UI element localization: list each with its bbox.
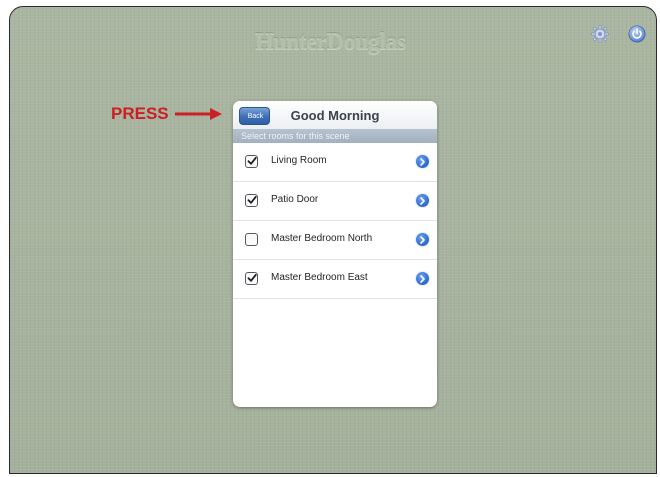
checkmark-icon	[247, 195, 257, 204]
panel-header: Back Good Morning	[233, 101, 437, 129]
room-label: Living Room	[271, 155, 327, 166]
room-row-patio-door[interactable]: Patio Door	[233, 182, 437, 221]
room-list: Living Room Patio Door Master Bedroom No	[233, 143, 437, 299]
brand-logo: HunterDouglas	[255, 29, 406, 55]
back-button[interactable]: Back	[239, 107, 270, 125]
panel-subtitle: Select rooms for this scene	[233, 129, 437, 143]
room-row-living-room[interactable]: Living Room	[233, 143, 437, 182]
room-checkbox[interactable]	[245, 194, 258, 207]
room-checkbox[interactable]	[245, 155, 258, 168]
room-label: Patio Door	[271, 194, 319, 205]
gear-icon[interactable]	[589, 23, 611, 45]
room-row-master-bedroom-north[interactable]: Master Bedroom North	[233, 221, 437, 260]
checkmark-icon	[247, 273, 257, 282]
power-icon[interactable]	[626, 23, 648, 45]
press-annotation-label: PRESS	[111, 104, 169, 123]
app-screen: HunterDouglas Back Good Morning Select r…	[9, 6, 657, 474]
room-row-master-bedroom-east[interactable]: Master Bedroom East	[233, 260, 437, 299]
chevron-right-icon[interactable]	[416, 194, 429, 207]
scene-panel: Back Good Morning Select rooms for this …	[233, 101, 437, 407]
room-label: Master Bedroom East	[271, 272, 368, 283]
room-checkbox[interactable]	[245, 272, 258, 285]
checkmark-icon	[247, 156, 257, 165]
room-checkbox[interactable]	[245, 233, 258, 246]
room-label: Master Bedroom North	[271, 233, 373, 244]
chevron-right-icon[interactable]	[416, 272, 429, 285]
chevron-right-icon[interactable]	[416, 233, 429, 246]
chevron-right-icon[interactable]	[416, 155, 429, 168]
arrow-right-icon	[175, 108, 222, 120]
